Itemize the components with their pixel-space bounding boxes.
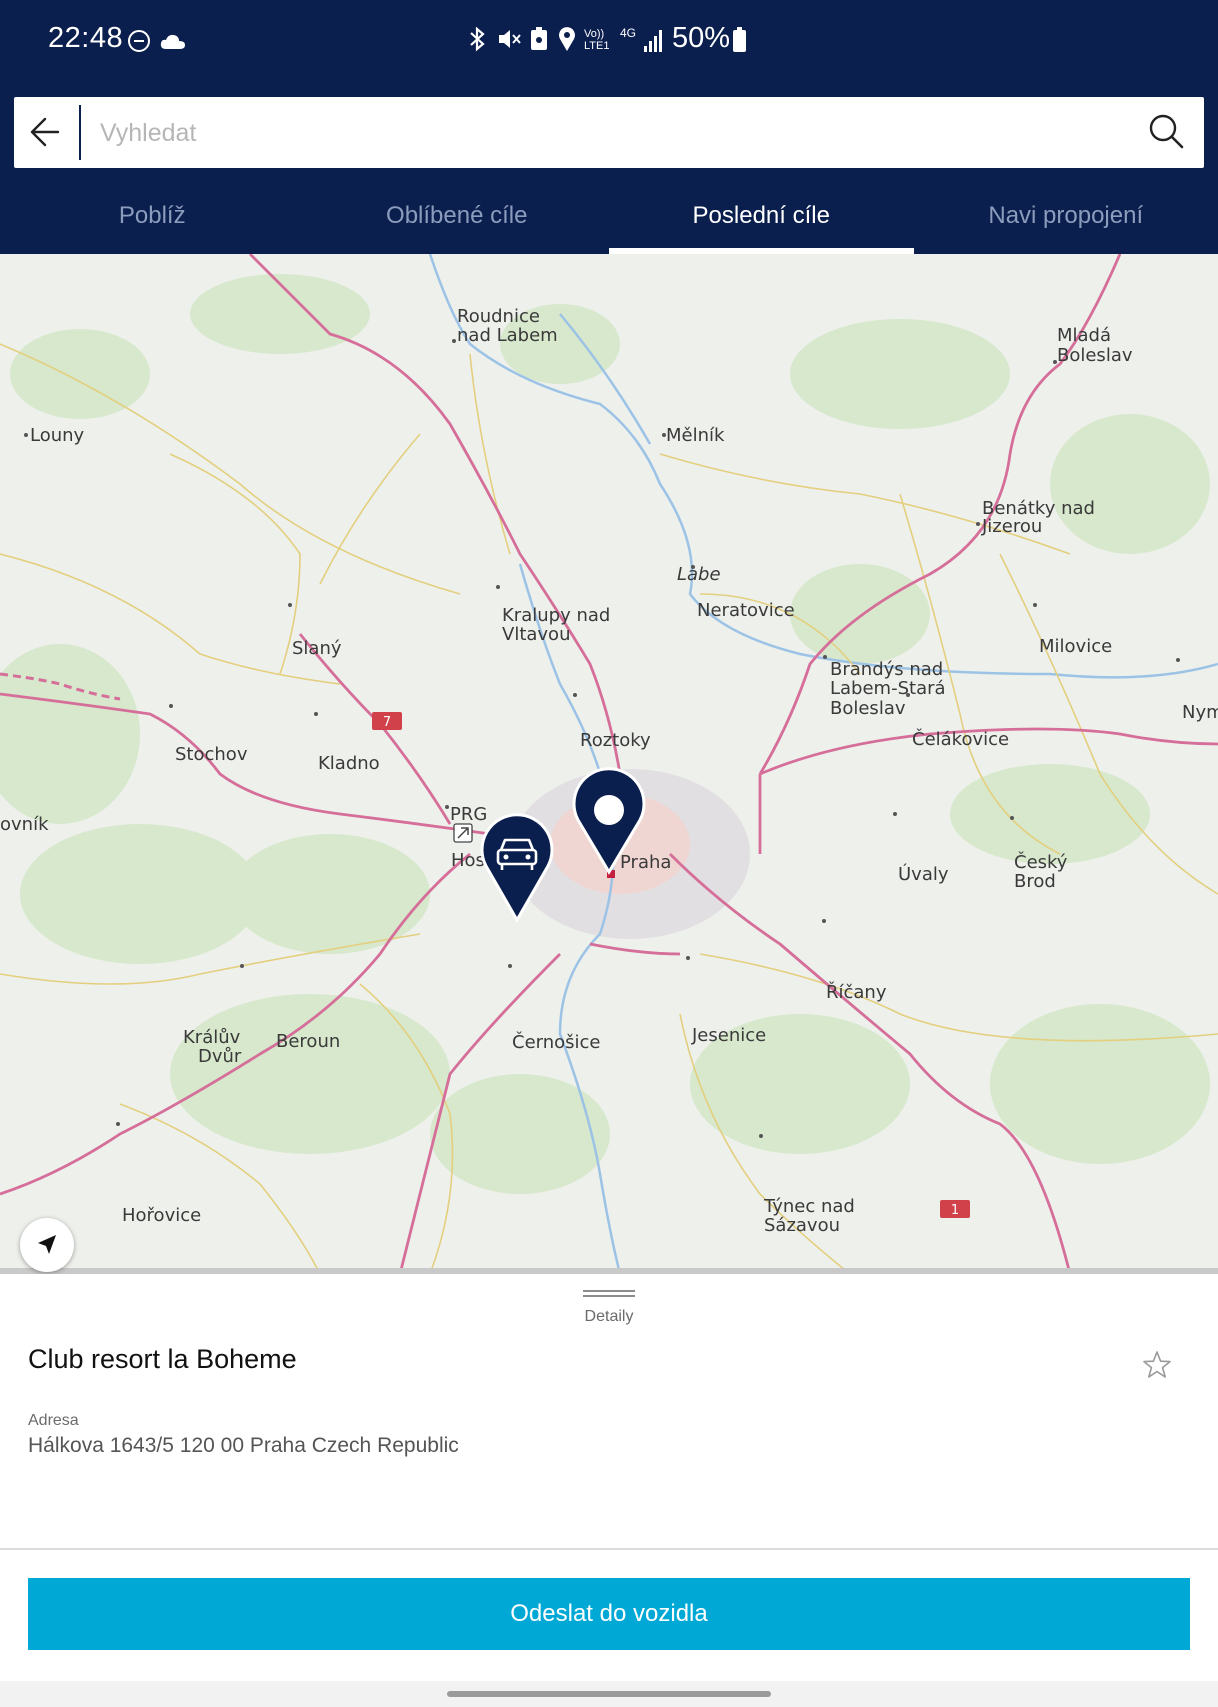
network-type-label: 4G (620, 26, 637, 40)
battery-icon (733, 27, 746, 52)
address-value: Hálkova 1643/5 120 00 Praha Czech Republ… (28, 1434, 459, 1457)
tab-label: Poslední cíle (692, 202, 830, 229)
road-shield-7-label: 7 (383, 715, 391, 730)
volte-label: Vo)) LTE1 (584, 28, 610, 52)
tab-recent-destinations[interactable]: Poslední cíle (609, 188, 914, 254)
map-label-neratovice: Neratovice (697, 600, 795, 621)
map-label-mlada-boleslav: Mladá (1057, 325, 1111, 346)
drag-handle[interactable] (583, 1290, 635, 1298)
search-bar (14, 97, 1204, 168)
map-label-celakovice: Čelákovice (912, 728, 1009, 750)
map-label-uvaly: Úvaly (898, 863, 949, 885)
status-time: 22:48 (48, 22, 124, 54)
map-label-roztoky: Roztoky (580, 730, 651, 751)
battery-percentage: 50% (672, 22, 731, 54)
navigation-arrow-icon (38, 1235, 56, 1254)
back-button[interactable] (14, 97, 80, 168)
system-navigation-bar (0, 1681, 1218, 1707)
map-label-jesenice: Jesenice (691, 1025, 766, 1046)
map-label-kraluv-dvur: Dvůr (198, 1046, 242, 1067)
map-label-kraluv-dvur: Králův (183, 1027, 241, 1048)
map-label-milovice: Milovice (1039, 636, 1112, 657)
signal-icon (644, 30, 666, 52)
details-label[interactable]: Detaily (0, 1308, 1218, 1326)
map-label-hostivice: Hos (451, 850, 485, 871)
tab-label: Oblíbené cíle (386, 202, 528, 229)
road-shield-1: 1 (940, 1200, 970, 1218)
car-light-icon (503, 854, 509, 860)
send-to-vehicle-button[interactable]: Odeslat do vozidla (28, 1578, 1190, 1650)
car-light-icon (525, 854, 531, 860)
search-divider (79, 105, 81, 160)
map-label-kralupy: Kralupy nad (502, 605, 610, 626)
road-shield-1-label: 1 (951, 1203, 959, 1218)
tab-navi-connection[interactable]: Navi propojení (914, 188, 1218, 254)
search-icon (1149, 114, 1184, 149)
detail-panel: Detaily Club resort la Boheme Adresa Hál… (0, 1274, 1218, 1707)
airport-icon (453, 823, 473, 843)
map-label-kladno: Kladno (318, 753, 380, 774)
bluetooth-icon (470, 26, 485, 52)
map-label-nymburk: Nym (1182, 702, 1218, 723)
divider (0, 1548, 1218, 1550)
mute-icon (499, 30, 521, 48)
map-label-praha: Praha (620, 852, 671, 873)
tab-bar: Poblíž Oblíbené cíle Poslední cíle Navi … (0, 188, 1218, 254)
map-label-tynec: Týnec nad (763, 1196, 855, 1217)
nfc-icon (531, 27, 547, 50)
map-canvas[interactable]: 7 1 Roudnice nad Labem Mladá Boleslav Lo… (0, 254, 1218, 1274)
map-label-louny: Louny (30, 425, 85, 446)
map-label-kralupy: Vltavou (502, 624, 570, 645)
status-bar: 22:48 Vo)) LTE1 4G 50% (0, 0, 1218, 88)
map-label-melnik: Mělník (666, 425, 725, 446)
home-indicator[interactable] (447, 1691, 771, 1697)
tab-favorites[interactable]: Oblíbené cíle (305, 188, 610, 254)
search-input[interactable] (100, 111, 1130, 155)
place-name: Club resort la Boheme (28, 1344, 297, 1374)
tab-label: Navi propojení (988, 202, 1144, 229)
map-label-tynec: Sázavou (764, 1215, 840, 1236)
map-label-roudnice: nad Labem (457, 325, 558, 346)
map-label-beroun: Beroun (276, 1031, 340, 1052)
map-label-cesky-brod: Český (1014, 851, 1068, 873)
search-button[interactable] (1142, 107, 1192, 157)
map-label-brandys: Brandýs nad (830, 659, 943, 680)
map-label-mlada-boleslav: Boleslav (1057, 345, 1133, 366)
do-not-disturb-icon (128, 30, 150, 52)
location-icon (559, 27, 575, 51)
tab-label: Poblíž (118, 202, 186, 229)
address-label: Adresa (28, 1412, 79, 1429)
map-label-brandys: Labem-Stará (830, 678, 946, 699)
map-label-ovnik: ovník (0, 814, 49, 835)
tab-nearby[interactable]: Poblíž (0, 188, 305, 254)
arrow-left-icon (30, 117, 60, 147)
map-label-cesky-brod: Brod (1014, 871, 1056, 892)
map-label-benatky: Jizerou (981, 516, 1042, 537)
road-shield-7: 7 (372, 712, 402, 730)
destination-marker-dot (594, 795, 624, 825)
map-label-stochov: Stochov (175, 744, 248, 765)
map-label-ricany: Říčany (826, 981, 887, 1003)
map-label-brandys: Boleslav (830, 698, 906, 719)
favorite-button[interactable] (1140, 1348, 1174, 1382)
map-label-roudnice: Roudnice (457, 306, 540, 327)
app-header: Poblíž Oblíbené cíle Poslední cíle Navi … (0, 88, 1218, 254)
map-view[interactable]: 7 1 Roudnice nad Labem Mladá Boleslav Lo… (0, 254, 1218, 1274)
map-label-slany: Slaný (292, 638, 342, 659)
my-location-button[interactable] (20, 1218, 74, 1272)
star-icon (1143, 1351, 1171, 1378)
map-label-labe-river: Labe (677, 564, 721, 585)
map-label-prg-airport: PRG (450, 804, 487, 825)
map-label-horovice: Hořovice (122, 1205, 201, 1226)
cloud-icon (160, 34, 185, 49)
map-label-cernosice: Černošice (512, 1031, 601, 1053)
